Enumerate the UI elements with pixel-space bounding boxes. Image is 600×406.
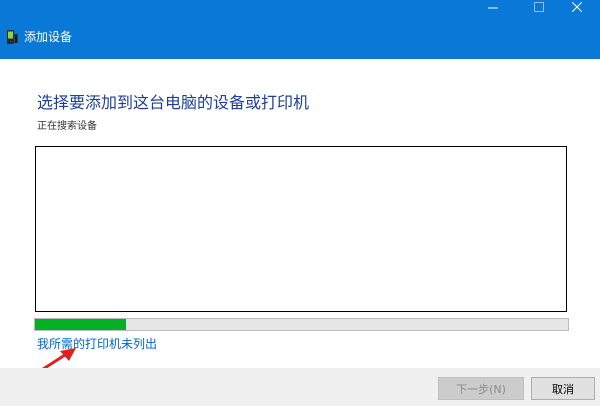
close-button[interactable]: [554, 0, 600, 14]
search-status: 正在搜索设备: [37, 121, 97, 132]
close-icon: [572, 2, 582, 12]
window-title: 添加设备: [24, 30, 73, 44]
cancel-button[interactable]: 取消: [531, 377, 595, 400]
minimize-button[interactable]: [470, 0, 516, 14]
search-progress-bar: [34, 318, 569, 331]
maximize-icon: [534, 2, 544, 12]
device-list[interactable]: [35, 146, 567, 312]
page-heading: 选择要添加到这台电脑的设备或打印机: [37, 93, 310, 112]
progress-fill: [35, 319, 126, 330]
title-bar: 添加设备: [0, 0, 600, 59]
next-button[interactable]: 下一步(N): [438, 377, 524, 400]
devices-printer-icon: [7, 30, 18, 44]
minimize-icon: [488, 7, 498, 9]
